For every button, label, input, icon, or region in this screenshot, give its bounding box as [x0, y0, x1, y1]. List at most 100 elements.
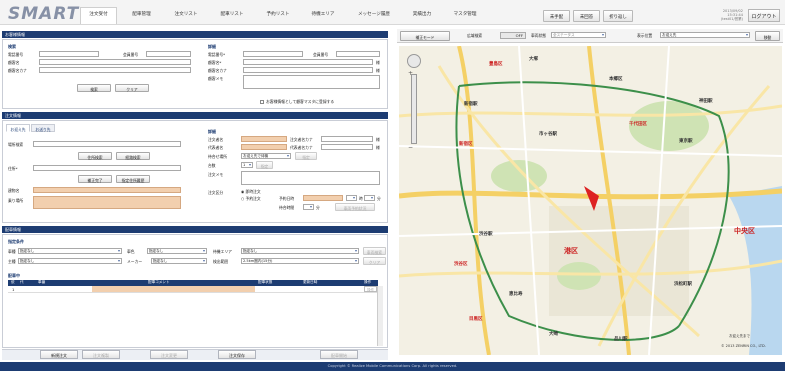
immediate-radio[interactable]: ◉ 即時注文 — [241, 189, 261, 195]
map-label-hongo: 本郷区 — [609, 77, 623, 82]
detail-member-label: 会員番号 — [313, 52, 329, 57]
wait-place-button[interactable]: 指定 — [295, 152, 317, 160]
map-label-chiyoda-ward: 千代田区 — [629, 122, 647, 127]
tab-order-list[interactable]: 注文リスト — [166, 8, 206, 23]
range-label: 検出範囲 — [213, 259, 229, 264]
map-label-otsuka: 大塚 — [529, 57, 538, 62]
comment-input[interactable] — [92, 286, 255, 292]
wait-place-select[interactable]: お迎え先で待機 — [241, 153, 291, 159]
zoom-out-icon[interactable]: − — [408, 144, 413, 151]
maker-label: メーカー — [127, 259, 143, 264]
phone-label: 電話番号 — [8, 52, 24, 57]
tab-message-history[interactable]: メッセージ履歴 — [350, 8, 398, 23]
tab-dispatch-list[interactable]: 配車リスト — [212, 8, 252, 23]
display-position-select[interactable]: お迎え先 — [660, 32, 750, 38]
start-dispatch-button[interactable]: 配車開始 — [320, 350, 358, 359]
reserve-hour-select[interactable] — [346, 195, 357, 201]
memo-textarea[interactable] — [243, 75, 380, 89]
reserve-radio[interactable]: ○ 予約注文 — [241, 196, 261, 202]
cond-title: 指定条件 — [8, 239, 24, 244]
vehicle-search-button[interactable]: 車両検索 — [363, 247, 386, 255]
duplicate-order-button[interactable]: 注文複製 — [82, 350, 120, 359]
rep-kana-input[interactable] — [321, 144, 373, 150]
broad-search-toggle[interactable]: OFF — [500, 32, 526, 39]
order-memo-textarea[interactable] — [241, 171, 380, 185]
register-checkbox-row[interactable]: お客様情報として顧客マスタに登録する — [260, 99, 334, 105]
rep-input[interactable] — [241, 144, 287, 150]
maker-select[interactable]: 指定なし — [151, 258, 207, 264]
unanswered-button[interactable]: 未回答 — [573, 10, 600, 22]
phone-input[interactable] — [39, 51, 99, 57]
member-no-input[interactable] — [146, 51, 191, 57]
move-button[interactable]: 移動 — [755, 31, 780, 41]
row-op-button[interactable]: 操作 — [364, 286, 377, 292]
color-label: 車色 — [127, 249, 135, 254]
reserve-date-input[interactable] — [303, 195, 343, 201]
vehicle-select[interactable]: 指定なし — [18, 248, 122, 254]
search-button[interactable]: 検索 — [77, 84, 111, 92]
map-label-kanda-station: 神田駅 — [699, 99, 713, 104]
save-order-button[interactable]: 注文保存 — [218, 350, 256, 359]
name-label: 顧客名 — [8, 60, 20, 65]
count-button[interactable]: 指定 — [256, 161, 273, 169]
zoom-in-icon[interactable]: + — [408, 70, 413, 77]
history-button[interactable]: 指定住所履歴 — [116, 175, 150, 183]
callback-button[interactable]: 折り返し — [603, 10, 633, 22]
address-label: 住所* — [8, 166, 18, 171]
sama-label-2: 様 — [376, 68, 380, 73]
dispatch-clear-button[interactable]: クリア — [363, 257, 386, 265]
zoom-slider[interactable] — [411, 74, 417, 144]
wait-time-select[interactable] — [303, 204, 314, 210]
rep-kana-label: 代表者名カナ — [290, 145, 313, 150]
modify-order-button[interactable]: 注文変更 — [150, 350, 188, 359]
range-select[interactable]: 2.5km圏内(15分) — [241, 258, 359, 264]
table-row[interactable]: 1 操作 — [8, 286, 378, 293]
new-order-button[interactable]: 新規注文 — [40, 350, 78, 359]
unassigned-button[interactable]: 未手配 — [543, 10, 570, 22]
tab-results-output[interactable]: 実績出力 — [404, 8, 440, 23]
orderer-kana-input[interactable] — [321, 136, 373, 142]
pan-control[interactable] — [407, 54, 421, 68]
vehicle-reserve-status-button[interactable]: 車両予約状況 — [335, 203, 375, 211]
tab-pickup[interactable]: お迎え先 — [6, 124, 30, 132]
logout-button[interactable]: ログアウト — [748, 9, 780, 22]
table-scrollbar[interactable] — [377, 286, 383, 346]
tab-dropoff[interactable]: お送り先 — [31, 124, 55, 132]
correction-mode-button[interactable]: 補正モード — [400, 31, 450, 41]
detail-member-input[interactable] — [336, 51, 380, 57]
detail-kana-input[interactable] — [243, 67, 373, 73]
tab-dispatch-manage[interactable]: 配車管理 — [123, 8, 160, 23]
route-search-button[interactable]: 経路検索 — [116, 152, 150, 160]
broad-search-label: 広域検索 — [467, 33, 483, 38]
color-select[interactable]: 指定なし — [147, 248, 207, 254]
map-view[interactable]: 新宿駅 新宿区 渋谷駅 渋谷区 港区 東京駅 中央区 神田駅 品川駅 豊島区 千… — [399, 46, 782, 355]
confirm-button[interactable]: 補正完了 — [78, 175, 112, 183]
meeting-input[interactable] — [33, 196, 181, 209]
register-checkbox[interactable] — [260, 100, 264, 104]
address-input[interactable] — [33, 165, 181, 171]
vehicle-status-label: 車両状態 — [531, 33, 547, 38]
app-logo: SMART — [8, 4, 80, 24]
reserve-minute-select[interactable] — [364, 195, 375, 201]
col-plate: 車番 — [38, 280, 46, 284]
building-input[interactable] — [33, 187, 181, 193]
clear-button[interactable]: クリア — [115, 84, 149, 92]
detail-name-input[interactable] — [243, 59, 373, 65]
name-input[interactable] — [39, 59, 191, 65]
tab-wait-area[interactable]: 待機エリア — [303, 8, 343, 23]
detail-phone-input[interactable] — [243, 51, 303, 57]
address-search-button[interactable]: 住所検索 — [78, 152, 112, 160]
area-select[interactable]: 指定なし — [241, 248, 359, 254]
place-search-input[interactable] — [33, 141, 181, 147]
vehicle-status-select[interactable]: 全ステータス — [551, 32, 606, 38]
map-label-ichigaya-station: 市ヶ谷駅 — [539, 132, 557, 137]
kana-input[interactable] — [39, 67, 191, 73]
tab-reserve-list[interactable]: 予約リスト — [258, 8, 298, 23]
count-select[interactable]: 1 — [241, 162, 253, 168]
type-select[interactable]: 指定なし — [18, 258, 122, 264]
orderer-input[interactable] — [241, 136, 287, 142]
col-status: 配車状態 — [258, 280, 273, 284]
tab-order-receive[interactable]: 注文受付 — [80, 7, 117, 24]
tab-master-manage[interactable]: マスタ管理 — [446, 8, 484, 23]
map-label-chuo-ward: 中央区 — [734, 227, 755, 235]
